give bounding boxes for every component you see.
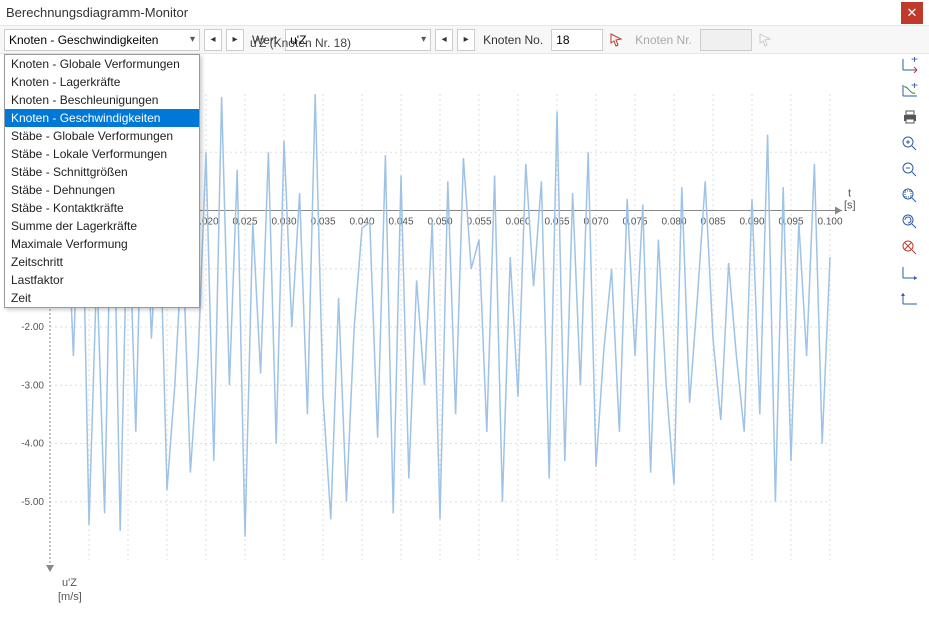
dropdown-item[interactable]: Summe der Lagerkräfte [5, 217, 199, 235]
chart-title: u'Z (Knoten Nr. 18) [250, 36, 351, 50]
svg-text:u'Z: u'Z [62, 577, 77, 589]
svg-text:-3.00: -3.00 [21, 380, 44, 391]
svg-text:0.070: 0.070 [583, 217, 608, 228]
zoom-out-icon[interactable] [897, 158, 923, 180]
dropdown-item[interactable]: Knoten - Beschleunigungen [5, 91, 199, 109]
print-icon[interactable] [897, 106, 923, 128]
dropdown-item[interactable]: Zeit [5, 289, 199, 307]
window-title: Berechnungsdiagramm-Monitor [6, 5, 901, 20]
svg-text:0.035: 0.035 [310, 217, 335, 228]
svg-text:0.085: 0.085 [700, 217, 725, 228]
dropdown-item[interactable]: Zeitschritt [5, 253, 199, 271]
category-combobox[interactable]: Knoten - Geschwindigkeiten ▾ [4, 29, 200, 51]
wert-next-button[interactable]: ▸ [457, 29, 475, 51]
dropdown-item[interactable]: Knoten - Geschwindigkeiten [5, 109, 199, 127]
dropdown-item[interactable]: Stäbe - Globale Verformungen [5, 127, 199, 145]
zoom-reset-icon[interactable] [897, 210, 923, 232]
dropdown-item[interactable]: Maximale Verformung [5, 235, 199, 253]
category-combobox-value: Knoten - Geschwindigkeiten [9, 33, 158, 47]
svg-text:0.065: 0.065 [544, 217, 569, 228]
dropdown-item[interactable]: Knoten - Lagerkräfte [5, 73, 199, 91]
svg-text:0.055: 0.055 [466, 217, 491, 228]
svg-text:0.025: 0.025 [232, 217, 257, 228]
svg-text:-2.00: -2.00 [21, 322, 44, 333]
category-next-button[interactable]: ▸ [226, 29, 244, 51]
zoom-in-icon[interactable] [897, 132, 923, 154]
pick-node-icon[interactable] [607, 30, 627, 50]
category-dropdown[interactable]: Knoten - Globale VerformungenKnoten - La… [4, 54, 200, 308]
chevron-down-icon: ▾ [421, 34, 426, 45]
dropdown-item[interactable]: Knoten - Globale Verformungen [5, 55, 199, 73]
svg-text:[s]: [s] [844, 200, 856, 212]
right-tool-dock: ++ [897, 54, 925, 310]
dropdown-item[interactable]: Lastfaktor [5, 271, 199, 289]
axis-y-icon[interactable]: + [897, 80, 923, 102]
dropdown-item[interactable]: Stäbe - Dehnungen [5, 181, 199, 199]
category-prev-button[interactable]: ◂ [204, 29, 222, 51]
knoten-nr-input [700, 29, 752, 51]
svg-text:0.040: 0.040 [349, 217, 374, 228]
axes-y-only-icon[interactable] [897, 288, 923, 310]
dropdown-item[interactable]: Stäbe - Lokale Verformungen [5, 145, 199, 163]
chevron-down-icon: ▾ [190, 34, 195, 45]
zoom-window-icon[interactable] [897, 184, 923, 206]
svg-text:[m/s]: [m/s] [58, 591, 82, 603]
close-button[interactable]: ✕ [901, 2, 923, 24]
svg-text:0.045: 0.045 [388, 217, 413, 228]
knoten-nr-label: Knoten Nr. [631, 33, 696, 47]
svg-text:-4.00: -4.00 [21, 439, 44, 450]
dropdown-item[interactable]: Stäbe - Schnittgrößen [5, 163, 199, 181]
svg-text:t: t [848, 188, 851, 200]
axes-x-only-icon[interactable] [897, 262, 923, 284]
knoten-no-label: Knoten No. [479, 33, 547, 47]
svg-text:+: + [911, 83, 918, 92]
svg-text:0.100: 0.100 [817, 217, 842, 228]
cancel-icon[interactable] [897, 236, 923, 258]
axis-x-icon[interactable]: + [897, 54, 923, 76]
pick-node-disabled-icon [756, 30, 776, 50]
dropdown-item[interactable]: Stäbe - Kontaktkräfte [5, 199, 199, 217]
svg-text:0.030: 0.030 [271, 217, 296, 228]
toolbar: Knoten - Geschwindigkeiten ▾ ◂ ▸ Wert u'… [0, 26, 929, 54]
knoten-no-input[interactable] [551, 29, 603, 51]
svg-text:+: + [911, 57, 918, 66]
svg-text:0.060: 0.060 [505, 217, 530, 228]
svg-text:-5.00: -5.00 [21, 497, 44, 508]
wert-prev-button[interactable]: ◂ [435, 29, 453, 51]
titlebar: Berechnungsdiagramm-Monitor ✕ [0, 0, 929, 26]
